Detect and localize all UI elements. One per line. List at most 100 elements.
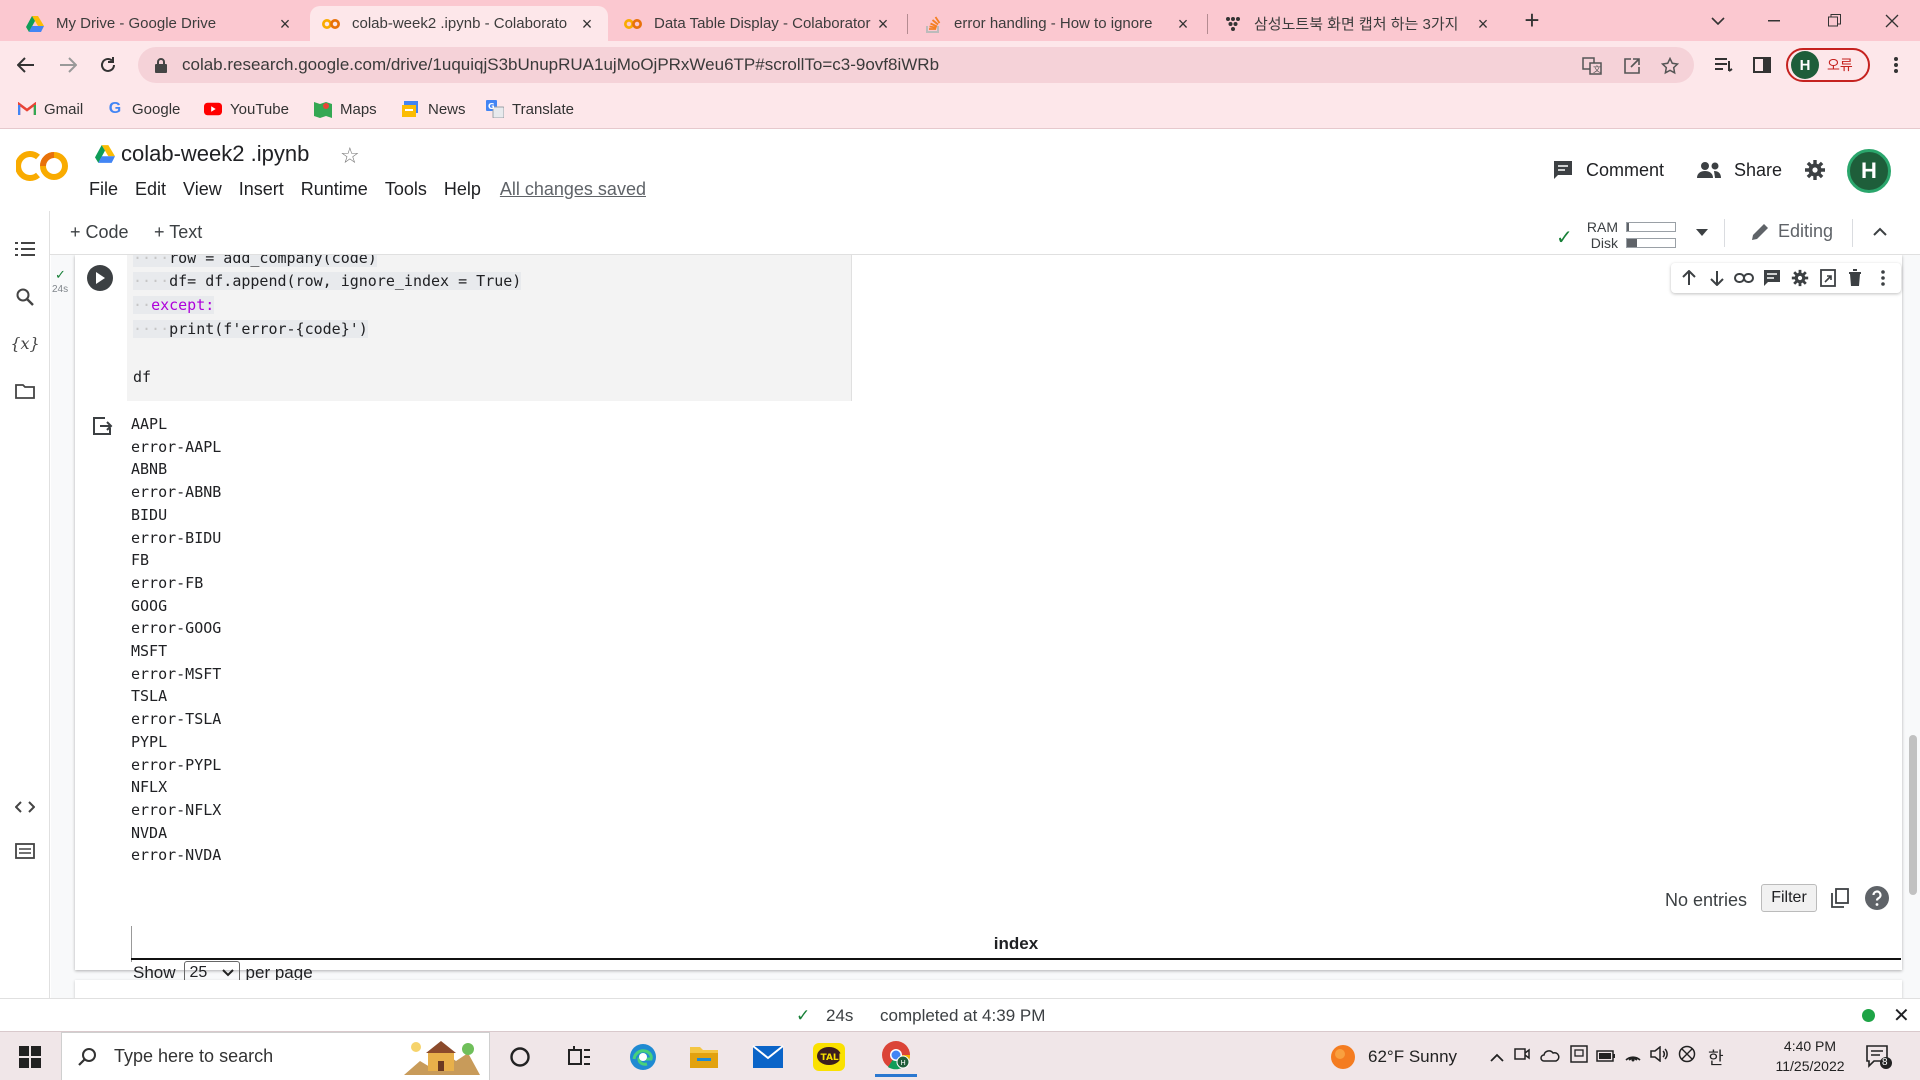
tab-google-drive[interactable]: My Drive - Google Drive × bbox=[14, 6, 306, 41]
menu-view[interactable]: View bbox=[183, 179, 222, 200]
code-snippets-icon[interactable] bbox=[13, 795, 37, 819]
close-icon[interactable]: × bbox=[1474, 15, 1492, 33]
close-window-button[interactable] bbox=[1864, 0, 1920, 41]
scrollbar-thumb[interactable] bbox=[1909, 735, 1917, 895]
filter-button[interactable]: Filter bbox=[1761, 884, 1817, 912]
next-cell[interactable] bbox=[75, 980, 1902, 998]
close-icon[interactable]: × bbox=[874, 15, 892, 33]
resource-monitor[interactable]: ✓ RAM Disk bbox=[1556, 217, 1686, 251]
taskbar-clock[interactable]: 4:40 PM 11/25/2022 bbox=[1770, 1036, 1850, 1076]
notebook-title[interactable]: colab-week2 .ipynb bbox=[95, 141, 309, 167]
copy-icon[interactable] bbox=[1831, 888, 1849, 908]
status-message[interactable]: completed at 4:39 PM bbox=[880, 1006, 1045, 1026]
edge-icon[interactable] bbox=[626, 1040, 660, 1074]
windows-start-icon[interactable] bbox=[13, 1040, 47, 1074]
code-editor[interactable]: ····row = add_company(code) ····df= df.a… bbox=[127, 255, 851, 401]
bookmark-translate[interactable]: G Translate bbox=[486, 97, 574, 121]
meet-now-icon[interactable] bbox=[1514, 1046, 1540, 1067]
chrome-menu-button[interactable] bbox=[1880, 49, 1912, 81]
share-button[interactable]: Share bbox=[1696, 155, 1782, 185]
mail-icon[interactable] bbox=[751, 1040, 785, 1074]
colab-logo[interactable] bbox=[16, 149, 70, 183]
battery-icon[interactable] bbox=[1596, 1047, 1624, 1067]
save-status-link[interactable]: All changes saved bbox=[500, 179, 646, 200]
editing-mode-button[interactable]: Editing bbox=[1750, 221, 1833, 242]
column-header-index[interactable]: index bbox=[131, 934, 1901, 954]
link-icon[interactable] bbox=[1733, 267, 1755, 289]
tab-colab-week2[interactable]: colab-week2 .ipynb - Colaborato × bbox=[310, 6, 608, 41]
settings-button[interactable] bbox=[1804, 155, 1838, 185]
gear-icon[interactable] bbox=[1789, 267, 1811, 289]
chrome-taskbar-icon[interactable]: H bbox=[875, 1036, 917, 1077]
reading-list-button[interactable] bbox=[1708, 49, 1740, 81]
wifi-icon[interactable] bbox=[1624, 1046, 1650, 1067]
share-page-icon[interactable] bbox=[1622, 56, 1642, 76]
table-of-contents-icon[interactable] bbox=[13, 237, 37, 261]
bookmark-maps[interactable]: Maps bbox=[314, 97, 377, 121]
command-palette-icon[interactable] bbox=[13, 839, 37, 863]
add-text-button[interactable]: + Text bbox=[154, 222, 202, 243]
task-view-icon[interactable] bbox=[563, 1040, 597, 1074]
star-icon[interactable]: ☆ bbox=[340, 143, 360, 169]
help-icon[interactable] bbox=[1864, 885, 1890, 911]
menu-runtime[interactable]: Runtime bbox=[301, 179, 368, 200]
menu-tools[interactable]: Tools bbox=[385, 179, 427, 200]
close-icon[interactable]: × bbox=[276, 15, 294, 33]
side-panel-button[interactable] bbox=[1746, 49, 1778, 81]
close-icon[interactable]: × bbox=[1174, 15, 1192, 33]
chevron-down-icon[interactable] bbox=[1696, 229, 1708, 237]
volume-icon[interactable] bbox=[1650, 1045, 1678, 1067]
folder-icon[interactable] bbox=[13, 379, 37, 403]
tab-samsung-capture[interactable]: 삼성노트북 화면 캡처 하는 3가지 × bbox=[1212, 6, 1504, 41]
ime-indicator[interactable]: 한 bbox=[1708, 1044, 1736, 1069]
back-button[interactable] bbox=[10, 49, 42, 81]
scrollbar[interactable] bbox=[1905, 255, 1920, 998]
bookmark-youtube[interactable]: YouTube bbox=[204, 97, 289, 121]
comment-button[interactable]: Comment bbox=[1552, 155, 1664, 185]
new-tab-button[interactable]: + bbox=[1518, 6, 1546, 34]
menu-edit[interactable]: Edit bbox=[135, 179, 166, 200]
bookmark-news[interactable]: News bbox=[402, 97, 466, 121]
output-arrow-icon[interactable] bbox=[91, 415, 113, 437]
move-down-icon[interactable] bbox=[1706, 267, 1728, 289]
user-avatar[interactable]: H bbox=[1847, 149, 1891, 193]
collapse-header-icon[interactable] bbox=[1873, 227, 1887, 236]
menu-file[interactable]: File bbox=[89, 179, 118, 200]
close-icon[interactable]: ✕ bbox=[1893, 1003, 1910, 1028]
profile-button[interactable]: H 오류 bbox=[1786, 48, 1870, 82]
onedrive-icon[interactable] bbox=[1540, 1047, 1570, 1067]
file-explorer-icon[interactable] bbox=[687, 1040, 721, 1074]
weather-widget[interactable]: 62°F Sunny bbox=[1330, 1032, 1457, 1080]
run-cell-button[interactable] bbox=[87, 265, 113, 291]
trash-icon[interactable] bbox=[1844, 267, 1866, 289]
bookmark-google[interactable]: G Google bbox=[106, 97, 181, 121]
comment-icon[interactable] bbox=[1761, 267, 1783, 289]
tab-data-table-display[interactable]: Data Table Display - Colaborator × bbox=[612, 6, 904, 41]
forward-button[interactable] bbox=[52, 49, 84, 81]
printer-icon[interactable] bbox=[1570, 1045, 1596, 1068]
menu-insert[interactable]: Insert bbox=[239, 179, 284, 200]
restore-button[interactable] bbox=[1806, 0, 1862, 41]
kakaotalk-icon[interactable]: TALK bbox=[812, 1040, 846, 1074]
tab-search-button[interactable] bbox=[1690, 0, 1746, 41]
translate-page-icon[interactable]: 文 bbox=[1582, 56, 1602, 76]
more-vert-icon[interactable] bbox=[1872, 267, 1894, 289]
minimize-button[interactable] bbox=[1746, 0, 1802, 41]
no-sign-icon[interactable] bbox=[1678, 1045, 1708, 1068]
close-icon[interactable]: × bbox=[578, 15, 596, 33]
bookmark-star-icon[interactable] bbox=[1660, 56, 1680, 76]
address-bar[interactable]: colab.research.google.com/drive/1uquiqjS… bbox=[138, 47, 1694, 83]
taskbar-search-box[interactable]: Type here to search bbox=[61, 1032, 490, 1080]
mirror-cell-icon[interactable] bbox=[1817, 267, 1839, 289]
bookmark-gmail[interactable]: Gmail bbox=[18, 97, 83, 121]
variables-icon[interactable]: {x} bbox=[10, 331, 39, 355]
add-code-button[interactable]: + Code bbox=[70, 222, 129, 243]
tab-error-handling[interactable]: error handling - How to ignore × bbox=[912, 6, 1204, 41]
notification-center-button[interactable]: 8 bbox=[1862, 1040, 1896, 1074]
show-hidden-icons-icon[interactable] bbox=[1490, 1047, 1514, 1067]
code-cell[interactable]: ✓ 24s ····row = add_company(code) ····df… bbox=[52, 255, 1902, 985]
reload-button[interactable] bbox=[92, 49, 124, 81]
move-up-icon[interactable] bbox=[1678, 267, 1700, 289]
cortana-icon[interactable] bbox=[503, 1040, 537, 1074]
search-icon[interactable] bbox=[13, 285, 37, 309]
